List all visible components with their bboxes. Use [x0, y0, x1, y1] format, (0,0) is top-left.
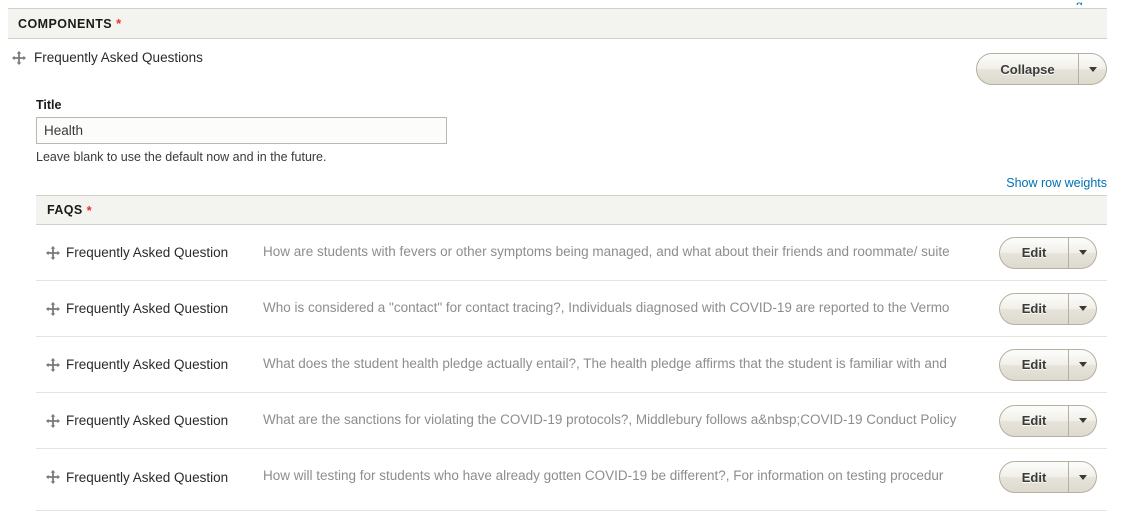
faqs-required-marker: *: [86, 202, 92, 218]
edit-button[interactable]: Edit: [999, 236, 1069, 269]
edit-button[interactable]: Edit: [999, 292, 1069, 325]
edit-button[interactable]: Edit: [999, 404, 1069, 437]
title-field-label: Title: [36, 98, 62, 112]
row-summary: How will testing for students who have a…: [263, 468, 944, 483]
row-type-label: Frequently Asked Question: [66, 413, 229, 428]
table-row: Frequently Asked Question How are studen…: [36, 225, 1107, 281]
show-row-weights-link[interactable]: Show row weights: [1006, 176, 1107, 190]
move-cross-icon: [46, 245, 60, 260]
move-cross-icon: [46, 301, 60, 316]
row-drag-handle[interactable]: [36, 301, 66, 316]
edit-dropdown-toggle[interactable]: [1069, 461, 1097, 493]
collapse-button-group[interactable]: Collapse: [976, 53, 1107, 85]
component-name: Frequently Asked Questions: [34, 50, 203, 65]
chevron-down-icon: [1078, 250, 1087, 255]
required-marker: *: [116, 16, 122, 31]
edit-button-group[interactable]: Edit: [999, 236, 1097, 269]
move-cross-icon: [46, 357, 60, 372]
faqs-table-header: FAQS *: [36, 195, 1107, 225]
edit-dropdown-toggle[interactable]: [1069, 404, 1097, 437]
row-summary: Who is considered a "contact" for contac…: [263, 299, 950, 315]
move-cross-icon: [46, 470, 60, 484]
row-drag-handle[interactable]: [36, 357, 66, 372]
chevron-down-icon: [1078, 418, 1087, 423]
faqs-header-label: FAQS: [47, 203, 83, 217]
edit-button-group[interactable]: Edit: [999, 348, 1097, 381]
chevron-down-icon: [1088, 66, 1097, 72]
chevron-down-icon: [1078, 474, 1087, 480]
collapse-dropdown-toggle[interactable]: [1079, 53, 1107, 85]
chevron-down-icon: [1078, 306, 1087, 311]
edit-dropdown-toggle[interactable]: [1069, 236, 1097, 269]
edit-dropdown-toggle[interactable]: [1069, 348, 1097, 381]
table-row: Frequently Asked Question What does the …: [36, 337, 1107, 393]
row-type-label: Frequently Asked Question: [66, 469, 229, 485]
clipped-link-fragment[interactable]: g: [1076, 0, 1088, 5]
components-section-header: COMPONENTS *: [8, 8, 1107, 39]
table-row: Frequently Asked Question What are the s…: [36, 393, 1107, 449]
row-summary: What are the sanctions for violating the…: [263, 411, 957, 427]
chevron-down-icon: [1078, 362, 1087, 367]
edit-dropdown-toggle[interactable]: [1069, 292, 1097, 325]
table-row: Frequently Asked Question How will testi…: [36, 449, 1107, 505]
faqs-table: FAQS * Frequently Asked Question How are…: [36, 195, 1107, 505]
title-field-description: Leave blank to use the default now and i…: [36, 150, 327, 164]
row-drag-handle[interactable]: [36, 413, 66, 428]
edit-button[interactable]: Edit: [999, 461, 1069, 493]
faq-component-editor: g COMPONENTS * Frequently Asked Question…: [0, 0, 1130, 514]
component-header: Frequently Asked Questions: [12, 50, 203, 65]
row-drag-handle[interactable]: [36, 245, 66, 260]
edit-button-group[interactable]: Edit: [999, 404, 1097, 437]
collapse-button[interactable]: Collapse: [976, 53, 1079, 85]
row-summary: How are students with fevers or other sy…: [263, 243, 950, 259]
table-row: Frequently Asked Question Who is conside…: [36, 281, 1107, 337]
components-title: COMPONENTS: [18, 16, 113, 31]
edit-button[interactable]: Edit: [999, 348, 1069, 381]
move-cross-icon: [46, 413, 60, 428]
move-cross-icon[interactable]: [12, 50, 26, 65]
edit-button-group[interactable]: Edit: [999, 461, 1097, 493]
row-drag-handle[interactable]: [36, 470, 66, 484]
edit-button-group[interactable]: Edit: [999, 292, 1097, 325]
row-summary: What does the student health pledge actu…: [263, 355, 947, 371]
row-type-label: Frequently Asked Question: [66, 301, 229, 316]
row-type-label: Frequently Asked Question: [66, 357, 229, 372]
row-type-label: Frequently Asked Question: [66, 245, 229, 260]
bottom-divider: [36, 510, 1107, 511]
title-input[interactable]: [36, 117, 447, 144]
